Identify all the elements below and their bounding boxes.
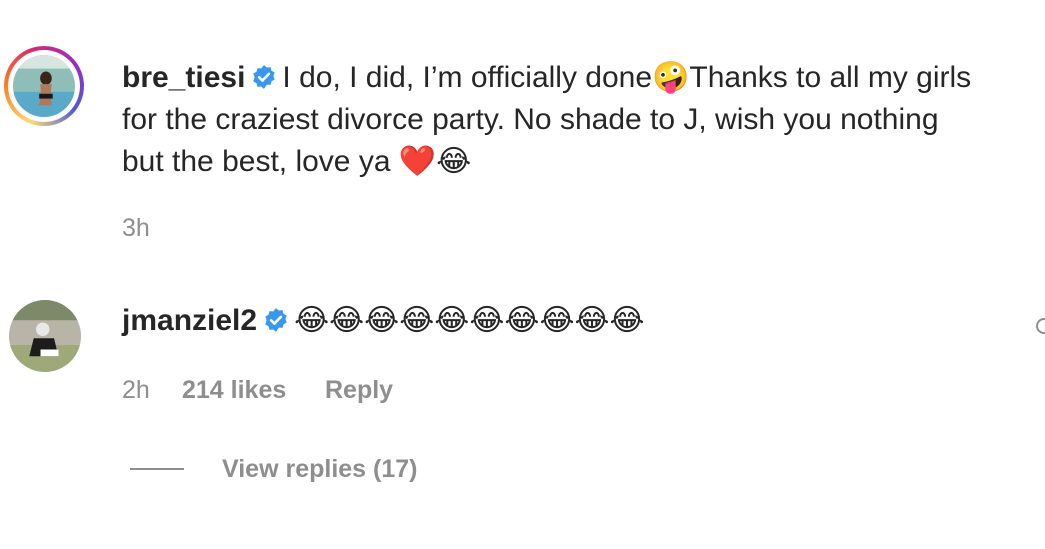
profile-photo-icon[interactable] [9, 300, 81, 372]
comment-timestamp: 3h [122, 214, 150, 242]
comment-line-3: but the best, love ya ❤️😂 [122, 145, 472, 178]
likes-count[interactable]: 214 likes [182, 376, 286, 405]
comment-timestamp: 2h [122, 376, 150, 404]
comment-text: 😂😂😂😂😂😂😂😂😂😂 [294, 304, 645, 337]
story-ring-avatar[interactable] [4, 46, 84, 126]
profile-photo-icon [13, 55, 75, 117]
verified-badge-icon [263, 307, 289, 333]
reply-button[interactable]: Reply [325, 376, 393, 405]
verified-badge-icon [251, 64, 277, 90]
comment-thread: bre_tiesi I do, I did, I’m officially don… [0, 0, 1045, 549]
replies-divider [130, 468, 184, 470]
comment-username[interactable]: bre_tiesi [122, 61, 245, 94]
like-heart-icon[interactable] [1036, 318, 1045, 334]
comment-line-1: jmanziel2 😂😂😂😂😂😂😂😂😂😂 [122, 300, 645, 341]
comment-text: I do, I did, I’m officially done🤪Thanks … [282, 61, 972, 94]
comment-username[interactable]: jmanziel2 [122, 304, 257, 337]
comment-line-2: for the craziest divorce party. No shade… [122, 103, 939, 136]
comment-line-1: bre_tiesi I do, I did, I’m officially don… [122, 57, 971, 98]
view-replies-button[interactable]: View replies (17) [222, 455, 417, 484]
